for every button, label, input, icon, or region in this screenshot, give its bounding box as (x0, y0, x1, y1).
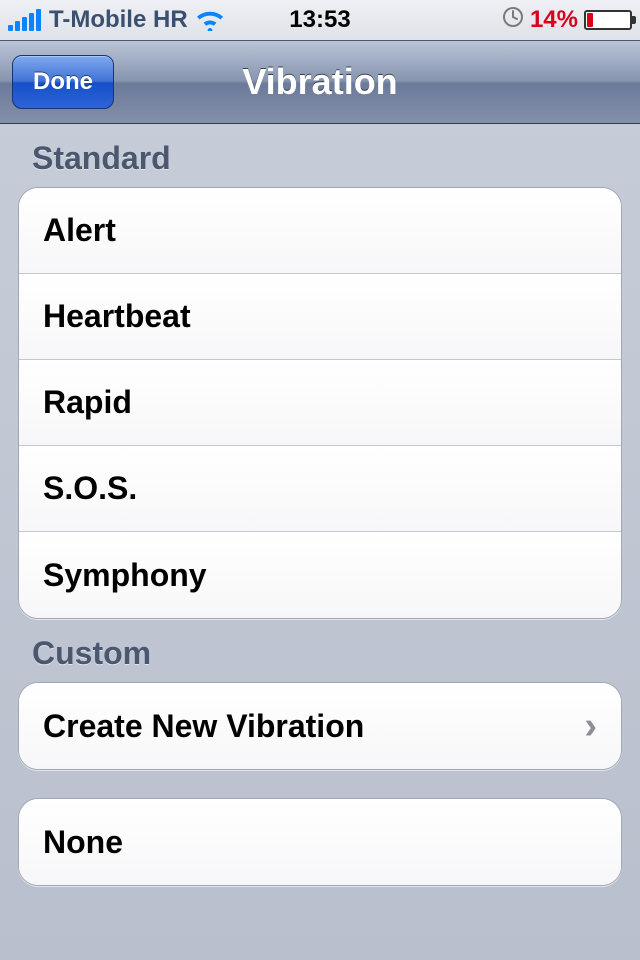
battery-icon (584, 10, 632, 30)
row-label: None (43, 824, 123, 861)
row-none[interactable]: None (19, 799, 621, 885)
chevron-right-icon: › (584, 705, 597, 748)
nav-bar: Done Vibration (0, 40, 640, 124)
done-button[interactable]: Done (12, 55, 114, 109)
alarm-icon (502, 6, 524, 35)
group-none: None (18, 798, 622, 886)
row-label: Rapid (43, 384, 132, 421)
row-label: S.O.S. (43, 470, 137, 507)
section-header-standard: Standard (18, 124, 622, 187)
status-bar: T-Mobile HR 13:53 14% (0, 0, 640, 40)
wifi-icon (196, 9, 224, 31)
group-custom: Create New Vibration › (18, 682, 622, 770)
signal-icon (8, 9, 41, 31)
row-label: Alert (43, 212, 116, 249)
row-symphony[interactable]: Symphony (19, 532, 621, 618)
section-header-custom: Custom (18, 619, 622, 682)
row-label: Create New Vibration (43, 708, 364, 745)
status-time: 13:53 (289, 6, 350, 34)
row-heartbeat[interactable]: Heartbeat (19, 274, 621, 360)
group-standard: Alert Heartbeat Rapid S.O.S. Symphony (18, 187, 622, 619)
battery-percent: 14% (530, 6, 578, 34)
status-left: T-Mobile HR (8, 6, 502, 34)
row-rapid[interactable]: Rapid (19, 360, 621, 446)
carrier-label: T-Mobile HR (49, 6, 188, 34)
row-label: Heartbeat (43, 298, 191, 335)
content: Standard Alert Heartbeat Rapid S.O.S. Sy… (0, 124, 640, 906)
row-alert[interactable]: Alert (19, 188, 621, 274)
page-title: Vibration (242, 61, 397, 103)
row-create-new-vibration[interactable]: Create New Vibration › (19, 683, 621, 769)
row-label: Symphony (43, 557, 207, 594)
status-right: 14% (502, 6, 632, 35)
row-sos[interactable]: S.O.S. (19, 446, 621, 532)
